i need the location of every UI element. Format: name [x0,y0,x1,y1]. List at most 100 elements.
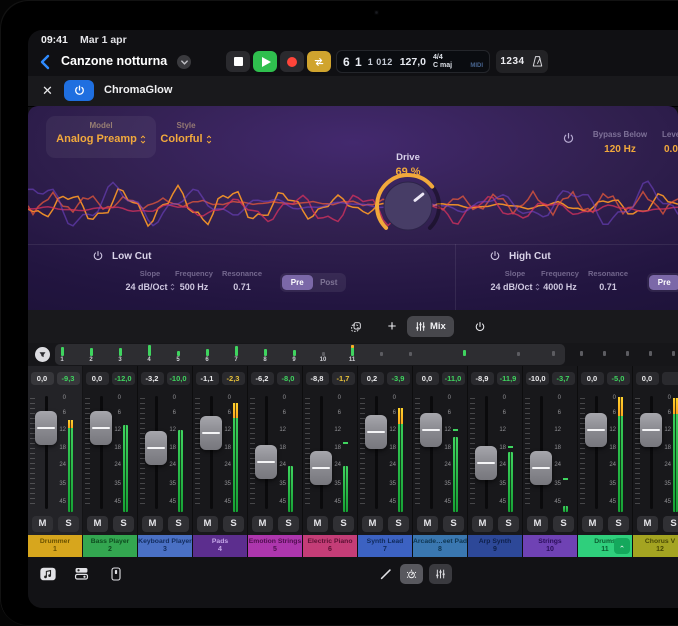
fader-db-value[interactable]: 0,2 [361,372,384,385]
meter-peak-value[interactable]: -3,7 [552,372,575,385]
plugin-power-button[interactable] [64,80,94,101]
track-name-label[interactable]: Bass Player2 [83,535,137,557]
fader-handle[interactable] [420,413,442,447]
track-name-label[interactable]: Emotion Strings5 [248,535,302,557]
mute-button[interactable]: M [87,516,108,532]
song-title[interactable]: Canzone notturna [61,54,167,68]
fader-handle[interactable] [530,451,552,485]
solo-button[interactable]: S [333,516,354,532]
mute-button[interactable]: M [252,516,273,532]
mute-button[interactable]: M [417,516,438,532]
high-cut-resonance[interactable]: Resonance 0.71 [580,269,636,292]
track-name-label[interactable]: Electric Piano6 [303,535,357,557]
mute-button[interactable]: M [197,516,218,532]
track-name-label[interactable]: Drummer1 [28,535,82,557]
loop-browser-icon[interactable] [38,564,57,583]
mix-button[interactable]: Mix [407,316,454,337]
mute-button[interactable]: M [527,516,548,532]
fader-db-value[interactable]: 0,0 [86,372,109,385]
meter-peak-value[interactable]: -11,0 [442,372,465,385]
filter-icon[interactable] [35,347,50,362]
faders-view-button[interactable] [429,564,452,584]
fader-handle[interactable] [145,431,167,465]
fader-db-value[interactable]: -8,8 [306,372,329,385]
mixer-power-button[interactable] [468,316,492,337]
track-name-label[interactable]: Keyboard Player3 [138,535,192,557]
solo-button[interactable]: S [388,516,409,532]
fader-db-value[interactable]: -6,2 [251,372,274,385]
fader-db-value[interactable]: 0,0 [31,372,54,385]
solo-button[interactable]: S [113,516,134,532]
count-in-button[interactable]: 1234 [500,56,524,67]
pre-segment[interactable]: Pre [282,275,313,290]
smart-controls-button[interactable] [400,564,423,584]
stop-button[interactable] [226,51,250,72]
track-name-label[interactable]: Arcade…eet Pad8 [413,535,467,557]
fader-handle[interactable] [255,445,277,479]
fader-db-value[interactable]: -10,0 [526,372,549,385]
overview-visible-window[interactable] [55,344,565,365]
meter-peak-value[interactable]: -3,9 [387,372,410,385]
pre-segment[interactable]: Pre [649,275,678,290]
mute-button[interactable]: M [582,516,603,532]
low-cut-resonance[interactable]: Resonance 0.71 [214,269,270,292]
song-menu-chevron-icon[interactable] [177,55,191,69]
mute-button[interactable]: M [472,516,493,532]
record-button[interactable] [280,51,304,72]
fader-handle[interactable] [585,413,607,447]
fader-db-value[interactable]: -8,9 [471,372,494,385]
high-cut-power-icon[interactable] [489,250,501,262]
solo-button[interactable]: S [498,516,519,532]
fader-db-value[interactable]: 0,0 [636,372,659,385]
plugins-icon[interactable] [72,564,91,583]
meter-peak-value[interactable]: -11,9 [497,372,520,385]
solo-button[interactable]: S [278,516,299,532]
mute-button[interactable]: M [32,516,53,532]
lcd-display[interactable]: 6 1 1 012 127,0 4/4 C maj MIDI [336,50,490,73]
keyboard-icon[interactable] [106,564,125,583]
fader-db-value[interactable]: 0,0 [416,372,439,385]
meter-peak-value[interactable]: -2,3 [222,372,245,385]
fader-db-value[interactable]: -3,2 [141,372,164,385]
track-name-label[interactable]: Strings10 [523,535,577,557]
meter-peak-value[interactable]: -10,0 [167,372,190,385]
solo-button[interactable]: S [443,516,464,532]
solo-button[interactable]: S [223,516,244,532]
meter-peak-value[interactable]: -9,3 [57,372,80,385]
mute-button[interactable]: M [637,516,658,532]
track-name-label[interactable]: Synth Lead7 [358,535,412,557]
cycle-button[interactable] [307,51,331,72]
meter-peak-value[interactable]: -8,0 [277,372,300,385]
duplicate-button[interactable] [344,316,368,337]
fader-handle[interactable] [35,411,57,445]
solo-button[interactable]: S [608,516,629,532]
track-name-label[interactable]: Arp Synth9 [468,535,522,557]
solo-button[interactable]: S [168,516,189,532]
fader-handle[interactable] [640,413,662,447]
meter-peak-value[interactable]: -5,0 [607,372,630,385]
close-plugin-icon[interactable]: ✕ [42,83,53,99]
fader-handle[interactable] [310,451,332,485]
meter-peak-value[interactable]: -12,0 [112,372,135,385]
fader-handle[interactable] [365,415,387,449]
fader-handle[interactable] [90,411,112,445]
post-segment[interactable]: Post [314,275,345,290]
solo-button[interactable]: S [553,516,574,532]
bypass-power-icon[interactable] [562,132,575,145]
metronome-icon[interactable] [531,55,544,68]
track-name-label[interactable]: Pads4 [193,535,247,557]
mute-button[interactable]: M [362,516,383,532]
fader-handle[interactable] [475,446,497,480]
track-name-label[interactable]: Drums11 [578,535,632,557]
pencil-icon[interactable] [378,565,394,584]
fader-handle[interactable] [200,416,222,450]
drive-knob[interactable] [370,168,446,244]
meter-peak-value[interactable] [662,372,678,385]
back-icon[interactable] [38,53,54,71]
play-button[interactable] [253,51,277,72]
add-track-button[interactable]: + [380,316,404,337]
collapse-mixer-button[interactable] [614,538,630,554]
bypass-below-value[interactable]: 120 Hz [580,144,660,155]
fader-db-value[interactable]: -1,1 [196,372,219,385]
solo-button[interactable]: S [663,516,678,532]
